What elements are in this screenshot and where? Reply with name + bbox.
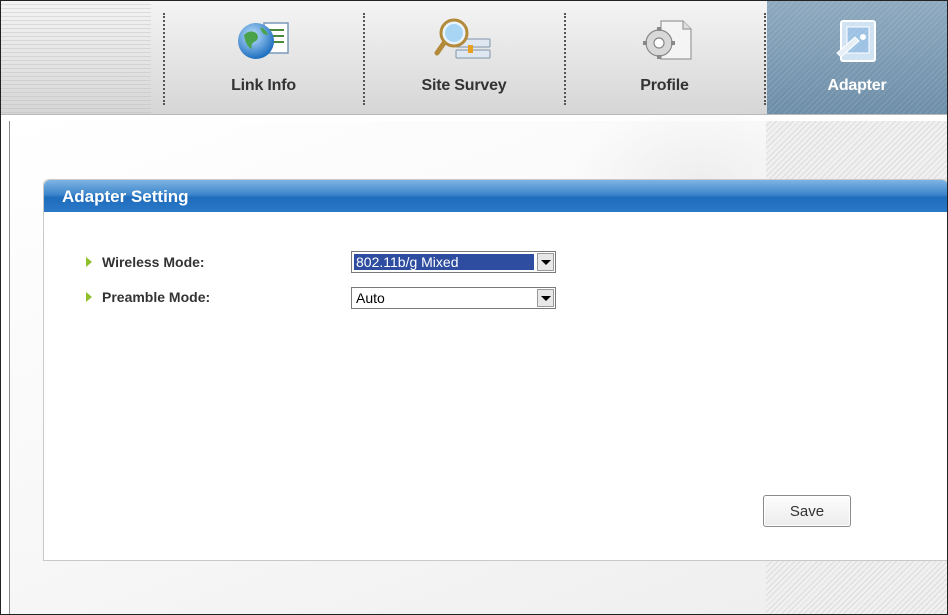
dropdown-button[interactable] bbox=[537, 253, 554, 271]
save-button[interactable]: Save bbox=[763, 495, 851, 527]
tab-adapter[interactable]: Adapter bbox=[767, 1, 947, 114]
preamble-mode-select[interactable]: Auto bbox=[351, 287, 556, 309]
adapter-setting-panel: Adapter Setting Wireless Mode: 802.11b/g… bbox=[43, 179, 947, 561]
tab-profile[interactable]: Profile bbox=[567, 1, 762, 114]
wireless-mode-row: Wireless Mode: bbox=[84, 249, 205, 275]
wireless-mode-value: 802.11b/g Mixed bbox=[354, 254, 534, 270]
tab-site-survey[interactable]: Site Survey bbox=[366, 1, 562, 114]
gear-document-icon bbox=[642, 20, 692, 60]
magnifier-network-icon bbox=[434, 18, 491, 59]
preamble-mode-label: Preamble Mode: bbox=[102, 289, 211, 305]
dropdown-button[interactable] bbox=[537, 289, 554, 307]
bullet-arrow-icon bbox=[86, 257, 92, 267]
tab-link-info[interactable]: Link Info bbox=[166, 1, 361, 114]
tab-label: Profile bbox=[640, 77, 689, 94]
tab-label: Link Info bbox=[231, 77, 296, 94]
panel-title: Adapter Setting bbox=[62, 187, 189, 206]
wireless-mode-label: Wireless Mode: bbox=[102, 254, 205, 270]
tab-label: Site Survey bbox=[421, 77, 507, 94]
bullet-arrow-icon bbox=[86, 292, 92, 302]
adapter-card-icon bbox=[836, 20, 876, 62]
tabbar-decoration bbox=[1, 1, 151, 114]
panel-header: Adapter Setting bbox=[44, 180, 947, 212]
tab-separator bbox=[163, 13, 165, 105]
preamble-mode-row: Preamble Mode: bbox=[84, 284, 210, 310]
tab-separator bbox=[363, 13, 365, 105]
globe-document-icon bbox=[237, 22, 289, 59]
tab-bar: Link Info Site Survey Profile Adapter bbox=[1, 1, 947, 115]
wireless-mode-select[interactable]: 802.11b/g Mixed bbox=[351, 251, 556, 273]
chevron-down-icon bbox=[541, 260, 551, 265]
tab-separator bbox=[764, 13, 766, 105]
tab-separator bbox=[564, 13, 566, 105]
tab-label: Adapter bbox=[827, 77, 887, 94]
app-window: Link Info Site Survey Profile Adapter Ad… bbox=[0, 0, 948, 615]
chevron-down-icon bbox=[541, 296, 551, 301]
preamble-mode-value: Auto bbox=[356, 290, 385, 306]
